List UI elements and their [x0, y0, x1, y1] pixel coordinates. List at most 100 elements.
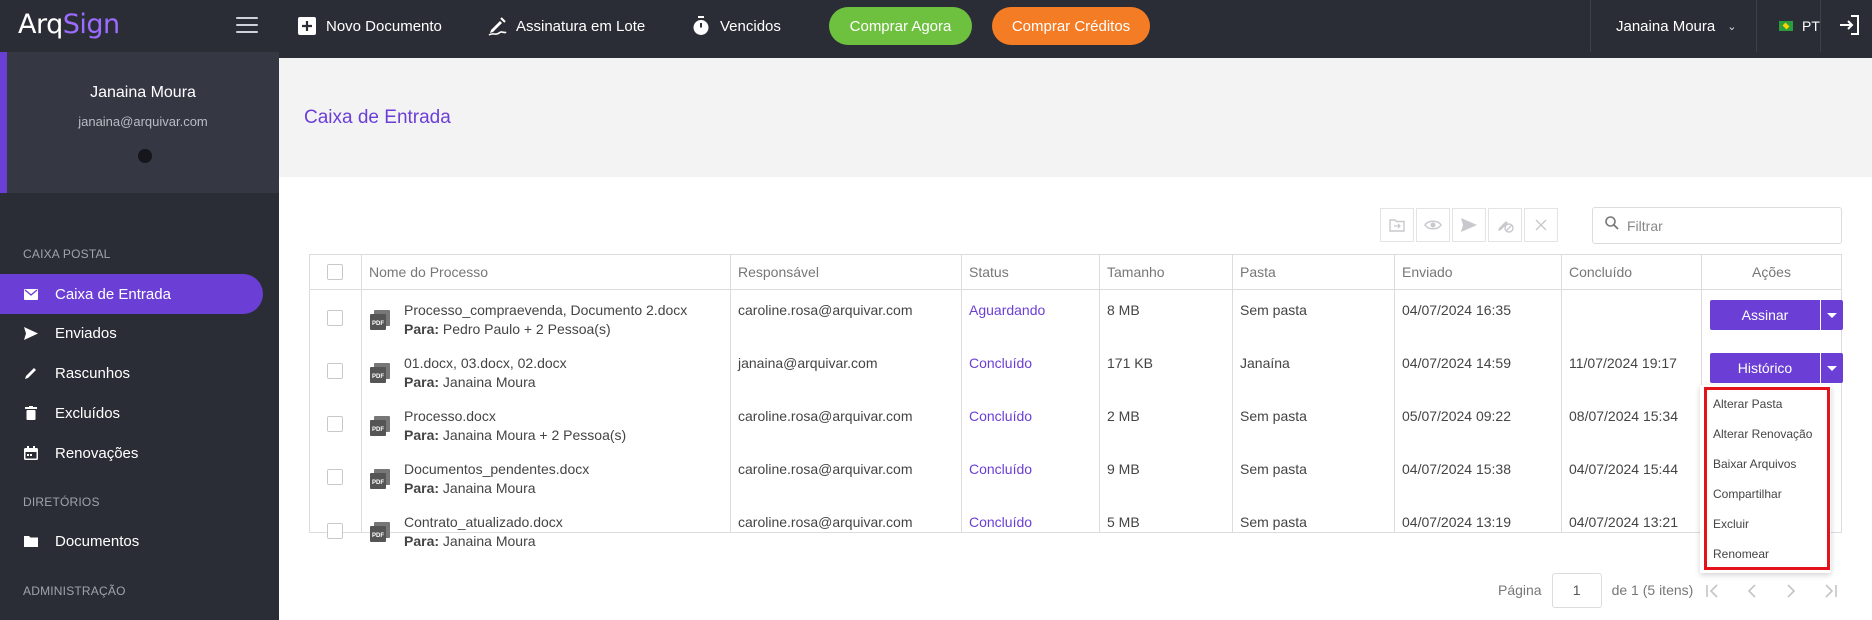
stopwatch-icon [691, 16, 711, 36]
completed-date: 08/07/2024 15:34 [1569, 408, 1678, 424]
cancel-icon[interactable] [1524, 208, 1558, 242]
logout-icon[interactable] [1838, 14, 1862, 38]
next-page-icon[interactable] [1781, 580, 1801, 602]
page-header: Caixa de Entrada [279, 58, 1872, 177]
page-number-input[interactable] [1551, 572, 1602, 608]
folder: Sem pasta [1240, 302, 1307, 318]
status-badge: Concluído [969, 514, 1033, 530]
table-row[interactable]: PDF Documentos_pendentes.docx Para: Jana… [310, 450, 1841, 503]
sidebar-item-documentos[interactable]: Documentos [0, 521, 263, 561]
row-checkbox[interactable] [327, 468, 343, 485]
row-checkbox[interactable] [327, 362, 343, 379]
sidebar: ArqSign Janaina Moura janaina@arquivar.c… [0, 0, 279, 620]
actions-dropdown-toggle[interactable] [1821, 300, 1843, 330]
app-logo[interactable]: ArqSign [18, 9, 120, 40]
sign-action: Assinar [1710, 300, 1843, 330]
pdf-file-icon: PDF [370, 469, 390, 489]
svg-text:PDF: PDF [372, 533, 384, 539]
chevron-down-icon: ⌄ [1727, 20, 1737, 33]
plus-square-icon [297, 16, 317, 36]
menu-toggle-icon[interactable] [236, 17, 258, 35]
batch-signature-button[interactable]: Assinatura em Lote [487, 0, 645, 52]
responsible: caroline.rosa@arquivar.com [738, 408, 913, 424]
prev-page-icon[interactable] [1742, 580, 1762, 602]
sign-off-icon[interactable] [1488, 208, 1522, 242]
col-header-nome[interactable]: Nome do Processo [362, 255, 730, 289]
table-header: Nome do Processo Responsável Status Tama… [310, 255, 1841, 290]
svg-text:PDF: PDF [372, 321, 384, 327]
language-label: PT [1802, 18, 1820, 34]
top-divider [1820, 0, 1821, 52]
mail-icon [23, 286, 39, 302]
logo-text-b: Sign [62, 9, 120, 40]
avatar[interactable] [138, 149, 152, 163]
process-name[interactable]: Processo.docx [404, 408, 496, 424]
table-row[interactable]: PDF Processo_compraevenda, Documento 2.d… [310, 291, 1843, 344]
section-title-administracao: ADMINISTRAÇÃO [23, 584, 126, 598]
sign-button[interactable]: Assinar [1710, 300, 1820, 330]
pagination: Página de 1 (5 itens) [1498, 572, 1693, 608]
file-size: 8 MB [1107, 302, 1140, 318]
sent-date: 04/07/2024 15:38 [1402, 461, 1511, 477]
calendar-icon [23, 445, 39, 461]
process-recipients: Para: Pedro Paulo + 2 Pessoa(s) [404, 321, 611, 337]
pencil-icon [23, 365, 39, 381]
send-icon[interactable] [1452, 208, 1486, 242]
svg-text:PDF: PDF [372, 480, 384, 486]
status-badge: Concluído [969, 408, 1033, 424]
history-button[interactable]: Histórico [1710, 353, 1820, 383]
user-menu[interactable]: Janaina Moura ⌄ [1616, 0, 1756, 52]
first-page-icon[interactable] [1703, 580, 1723, 602]
logo-bar: ArqSign [0, 0, 279, 52]
row-checkbox[interactable] [327, 523, 343, 539]
filter-input[interactable] [1627, 217, 1827, 234]
sidebar-item-rascunhos[interactable]: Rascunhos [0, 353, 263, 393]
completed-date: 11/07/2024 19:17 [1569, 355, 1677, 371]
responsible: caroline.rosa@arquivar.com [738, 461, 913, 477]
new-document-button[interactable]: Novo Documento [297, 0, 442, 52]
status-badge: Concluído [969, 355, 1033, 371]
table-row[interactable]: PDF 01.docx, 03.docx, 02.docx Para: Jana… [310, 344, 1843, 397]
process-name[interactable]: Processo_compraevenda, Documento 2.docx [404, 302, 687, 318]
sidebar-item-enviados[interactable]: Enviados [0, 313, 263, 353]
table-row[interactable]: PDF Contrato_atualizado.docx Para: Janai… [310, 503, 1841, 549]
page-label: Página [1498, 582, 1542, 598]
view-icon[interactable] [1416, 208, 1450, 242]
move-folder-icon[interactable] [1380, 208, 1414, 242]
col-header-responsavel[interactable]: Responsável [731, 255, 961, 289]
section-title-diretorios: DIRETÓRIOS [23, 495, 100, 509]
process-recipients: Para: Janaina Moura [404, 374, 536, 390]
language-selector[interactable]: PT [1779, 0, 1820, 52]
folder: Sem pasta [1240, 461, 1307, 477]
filter-field[interactable] [1592, 207, 1842, 244]
sidebar-item-caixa-de-entrada[interactable]: Caixa de Entrada [0, 274, 263, 314]
col-header-enviado[interactable]: Enviado [1395, 255, 1561, 289]
col-header-concluido[interactable]: Concluído [1562, 255, 1701, 289]
process-name[interactable]: 01.docx, 03.docx, 02.docx [404, 355, 567, 371]
col-header-tamanho[interactable]: Tamanho [1100, 255, 1232, 289]
grid-toolbar [1380, 208, 1560, 242]
sidebar-item-renovacoes[interactable]: Renovações [0, 433, 263, 473]
row-checkbox[interactable] [327, 415, 343, 432]
buy-credits-button[interactable]: Comprar Créditos [992, 7, 1150, 45]
expired-button[interactable]: Vencidos [691, 0, 781, 52]
sidebar-item-label: Enviados [55, 324, 117, 342]
completed-date: 04/07/2024 15:44 [1569, 461, 1678, 477]
folder: Sem pasta [1240, 408, 1307, 424]
sidebar-item-label: Excluídos [55, 404, 121, 422]
buy-now-button[interactable]: Comprar Agora [829, 7, 972, 45]
last-page-icon[interactable] [1820, 580, 1840, 602]
select-all-checkbox[interactable] [327, 264, 343, 280]
sidebar-item-label: Renovações [55, 444, 139, 462]
col-header-pasta[interactable]: Pasta [1233, 255, 1394, 289]
col-header-status[interactable]: Status [962, 255, 1099, 289]
sidebar-item-excluidos[interactable]: Excluídos [0, 393, 263, 433]
pdf-file-icon: PDF [370, 416, 390, 436]
table-row[interactable]: PDF Processo.docx Para: Janaina Moura + … [310, 397, 1841, 450]
process-name[interactable]: Contrato_atualizado.docx [404, 514, 563, 530]
page-title: Caixa de Entrada [304, 107, 451, 128]
actions-dropdown-toggle[interactable] [1821, 353, 1843, 383]
row-checkbox[interactable] [327, 309, 343, 326]
sidebar-item-label: Documentos [55, 532, 140, 550]
process-name[interactable]: Documentos_pendentes.docx [404, 461, 589, 477]
